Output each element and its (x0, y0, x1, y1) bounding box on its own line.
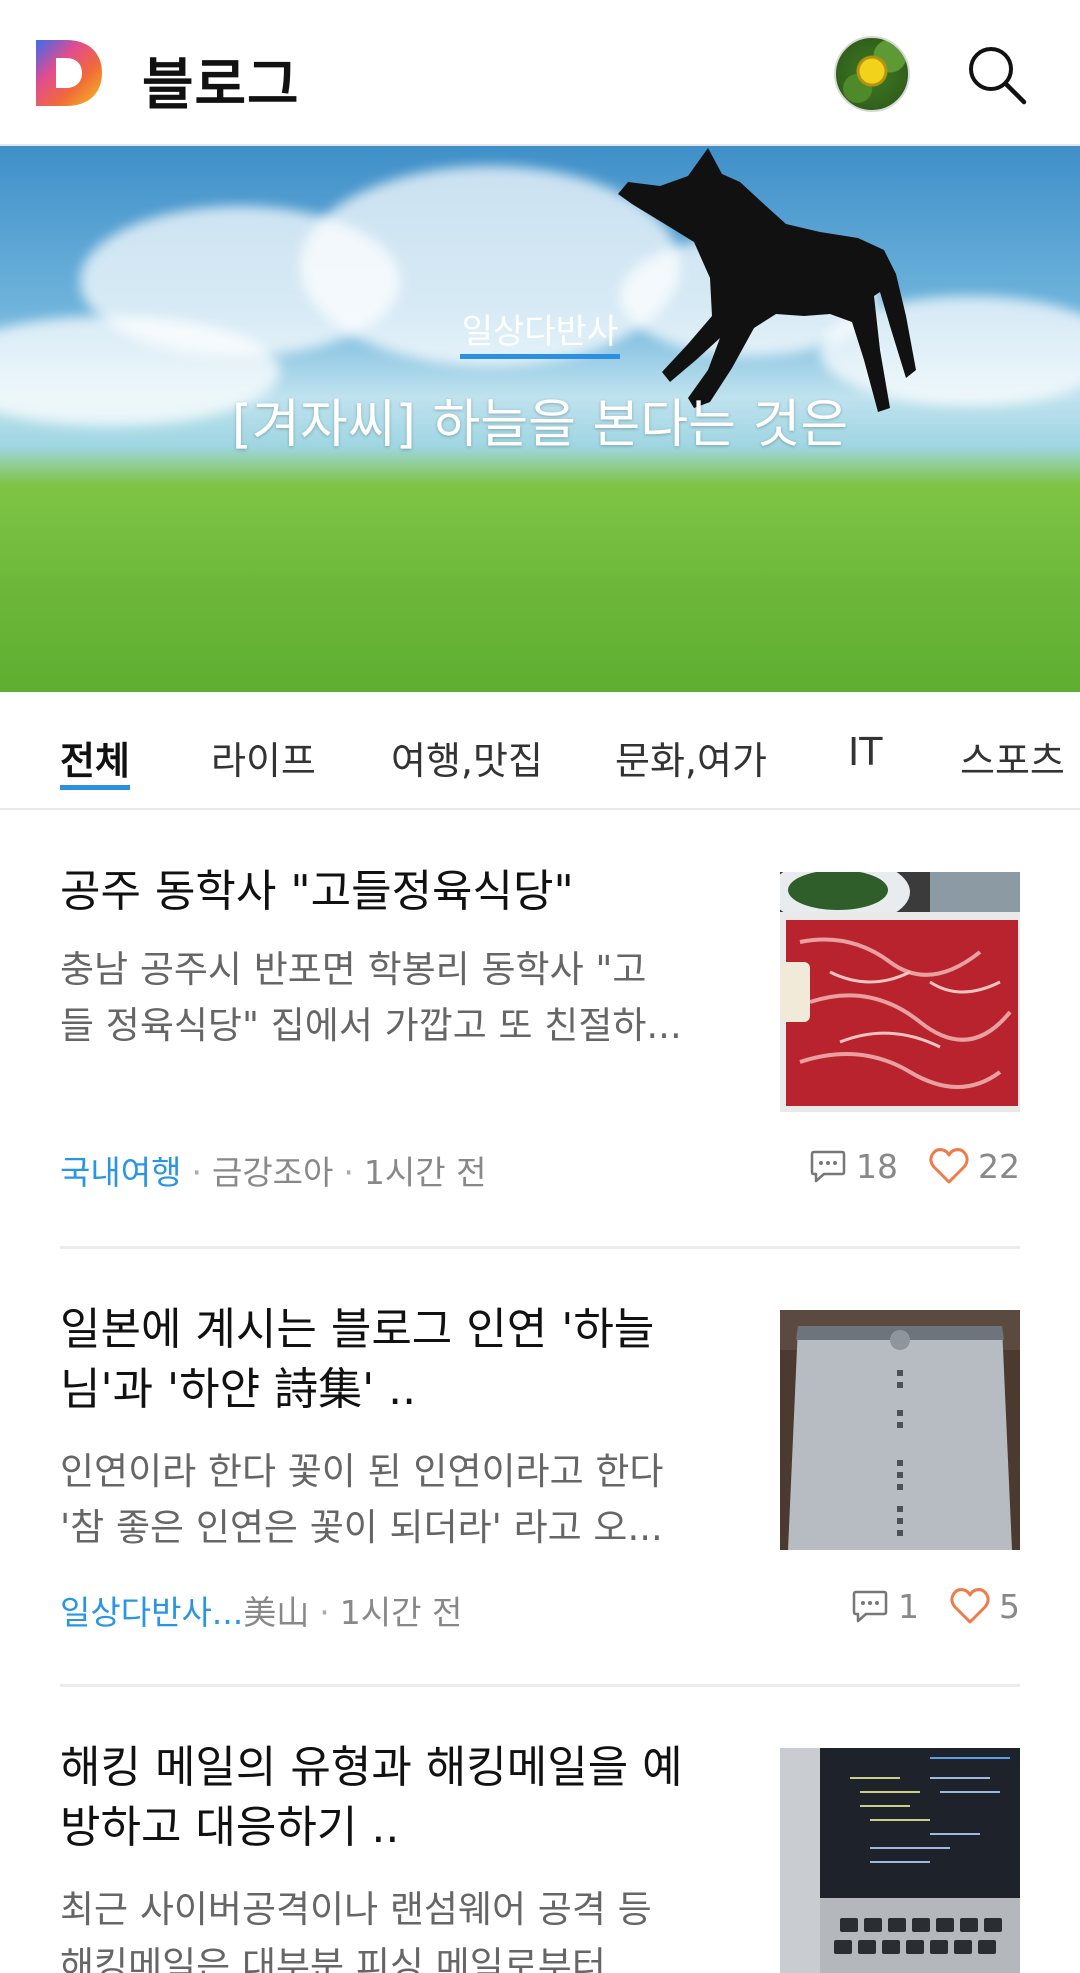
article-stats: 18 22 (808, 1146, 1020, 1186)
article-thumbnail[interactable] (780, 872, 1020, 1112)
tab-life[interactable]: 라이프 (211, 730, 316, 785)
daum-d-logo[interactable] (34, 38, 104, 108)
comment-count: 18 (856, 1146, 898, 1186)
hero-category-label[interactable]: 일상다반사 (0, 304, 1080, 359)
article-stats: 1 5 (850, 1586, 1020, 1626)
article-title[interactable]: 공주 동학사 "고들정육식당" (60, 862, 730, 922)
tab-all[interactable]: 전체 (60, 730, 130, 790)
article-divider (60, 1684, 1020, 1687)
article-author[interactable]: 금강조아 (212, 1153, 333, 1192)
app-header: 블로그 (0, 0, 1080, 146)
article-thumbnail[interactable] (780, 1310, 1020, 1550)
search-icon (969, 47, 1027, 105)
article-summary: 충남 공주시 반포면 학봉리 동학사 "고 들 정육식당" 집에서 가깝고 또 … (60, 948, 682, 1047)
like-count: 5 (999, 1586, 1020, 1626)
article-meta: 국내여행 · 금강조아 · 1시간 전 18 22 (60, 1146, 1020, 1193)
article-summary: 최근 사이버공격이나 랜섬웨어 공격 등 해킹메일은 대부분 피싱 메일로부터 (60, 1888, 652, 1973)
article-thumbnail[interactable] (780, 1748, 1020, 1973)
article-divider (60, 1246, 1020, 1249)
comment-icon (810, 1150, 846, 1183)
article-title[interactable]: 해킹 메일의 유형과 해킹메일을 예 방하고 대응하기 .. (60, 1738, 730, 1858)
tab-culture-leisure[interactable]: 문화,여가 (615, 730, 767, 785)
article-title[interactable]: 일본에 계시는 블로그 인연 '하늘 님'과 '하얀 詩集' .. (60, 1300, 730, 1420)
article-time: 1시간 전 (363, 1153, 487, 1192)
comment-count: 1 (898, 1586, 919, 1626)
hero-title[interactable]: [겨자씨] 하늘을 본다는 것은 (0, 382, 1080, 457)
tab-it[interactable]: IT (848, 730, 882, 774)
featured-hero-banner[interactable]: 일상다반사 [겨자씨] 하늘을 본다는 것은 (0, 146, 1080, 692)
comment-icon (852, 1590, 888, 1623)
article-category[interactable]: 일상다반사... (60, 1593, 243, 1632)
article-item[interactable]: 일본에 계시는 블로그 인연 '하늘 님'과 '하얀 詩集' .. 인연이라 한… (60, 1300, 1020, 1640)
tab-travel-food[interactable]: 여행,맛집 (391, 730, 543, 785)
article-summary: 인연이라 한다 꽃이 된 인연이라고 한다 '참 좋은 인연은 꽃이 되더라' … (60, 1450, 664, 1549)
heart-icon (950, 1588, 990, 1624)
app-title: 블로그 (142, 53, 300, 118)
article-author[interactable]: 美山 (243, 1593, 309, 1632)
heart-icon (929, 1148, 969, 1184)
like-count: 22 (978, 1146, 1020, 1186)
article-meta: 일상다반사...美山 · 1시간 전 1 5 (60, 1586, 1020, 1633)
search-button[interactable] (958, 36, 1034, 112)
article-category[interactable]: 국내여행 (60, 1153, 181, 1192)
article-item[interactable]: 해킹 메일의 유형과 해킹메일을 예 방하고 대응하기 .. 최근 사이버공격이… (60, 1738, 1020, 1973)
category-tabs: 전체 라이프 여행,맛집 문화,여가 IT 스포츠 (0, 692, 1080, 810)
article-time: 1시간 전 (339, 1593, 463, 1632)
user-avatar[interactable] (834, 36, 910, 112)
article-item[interactable]: 공주 동학사 "고들정육식당" 충남 공주시 반포면 학봉리 동학사 "고 들 … (60, 862, 1020, 1192)
tab-sports[interactable]: 스포츠 (960, 730, 1065, 785)
